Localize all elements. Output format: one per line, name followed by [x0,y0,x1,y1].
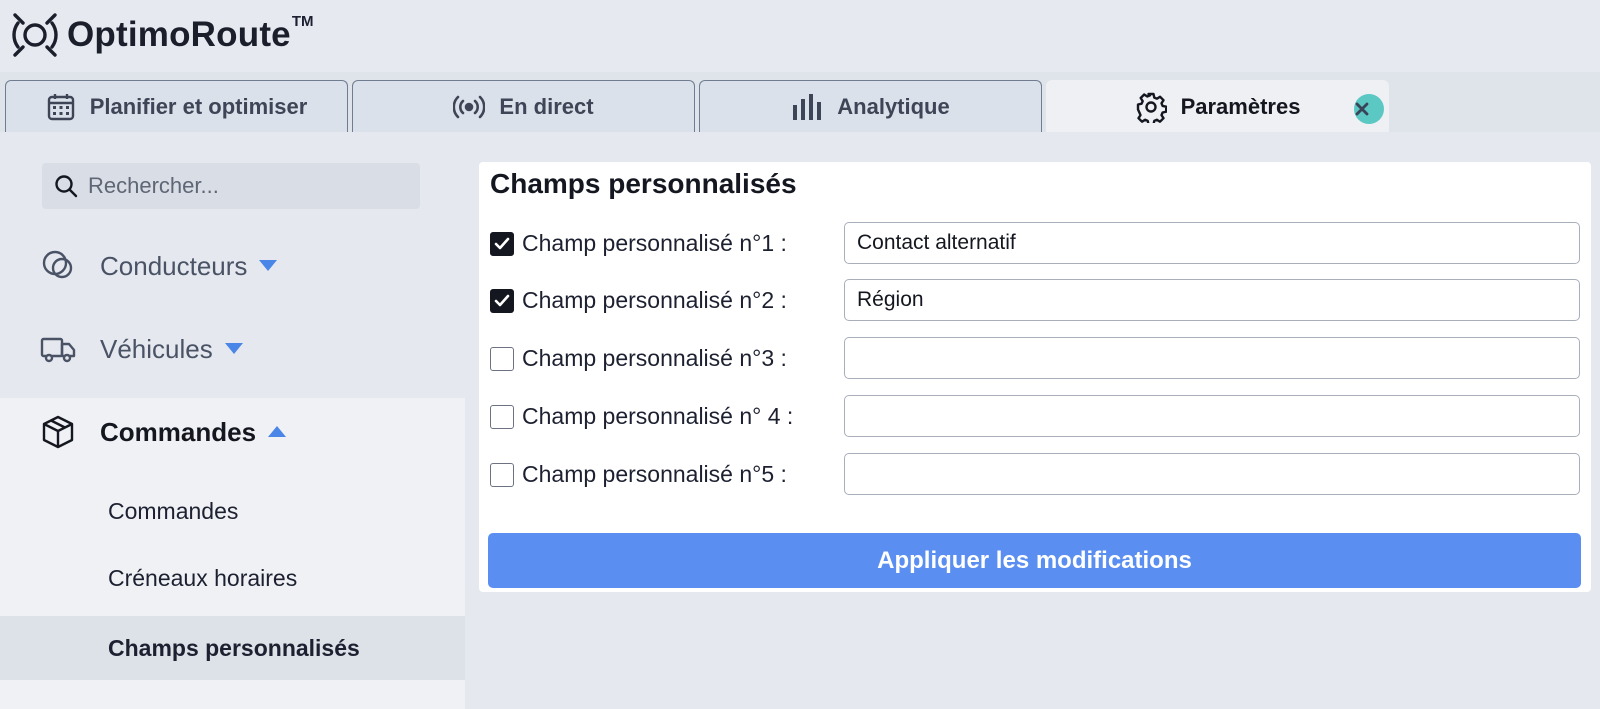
sidebar-item-commandes[interactable]: Commandes [0,479,465,543]
sidebar-group-vehicules[interactable]: Véhicules [40,331,243,367]
caret-up-icon [268,426,287,437]
bar-chart-icon [793,93,822,120]
search-icon [55,175,78,198]
calendar-icon [47,93,74,120]
drivers-icon [42,250,73,279]
tab-planifier[interactable]: Planifier et optimiser [5,80,348,132]
package-icon [42,415,74,449]
custom-fields-panel: Champs personnalisés Champ personnalisé … [479,162,1591,592]
sidebar-group-label: Véhicules [100,333,213,364]
custom-field-2-input[interactable] [844,279,1580,321]
tab-parametres[interactable]: Paramètres [1046,80,1389,132]
sidebar-item-label: Commandes [108,497,239,524]
checkmark-icon [494,294,510,307]
search-input[interactable] [88,173,408,199]
tab-en-direct[interactable]: En direct [352,80,695,132]
sidebar-group-conducteurs[interactable]: Conducteurs [40,248,278,284]
close-icon [1355,102,1369,116]
custom-field-5-input[interactable] [844,453,1580,495]
gear-icon [1136,92,1167,123]
custom-field-4-input[interactable] [844,395,1580,437]
custom-field-5-label: Champ personnalisé n°5 : [522,461,787,487]
optimoroute-logo-icon [12,13,58,57]
custom-field-3-input[interactable] [844,337,1580,379]
custom-field-row-4: Champ personnalisé n° 4 : [479,395,1591,439]
custom-field-4-label: Champ personnalisé n° 4 : [522,403,794,429]
caret-down-icon [224,343,243,354]
checkmark-icon [494,237,510,250]
sidebar-group-label: Commandes [100,416,257,447]
tab-analytique[interactable]: Analytique [699,80,1042,132]
page-title: Champs personnalisés [490,168,797,199]
custom-field-1-label: Champ personnalisé n°1 : [522,230,787,256]
broadcast-icon [453,95,486,118]
app-name: OptimoRoute [67,15,291,54]
custom-field-1-input[interactable] [844,222,1580,264]
app-logo[interactable]: OptimoRoute TM [10,10,314,60]
truck-icon [40,337,76,363]
apply-changes-button[interactable]: Appliquer les modifications [488,533,1581,588]
close-tab-button[interactable] [1354,94,1384,124]
main-tabs: Planifier et optimiser En direct Analyti… [0,72,1600,132]
custom-field-row-1: Champ personnalisé n°1 : [479,222,1591,266]
caret-down-icon [259,260,278,271]
tab-label: Planifier et optimiser [89,93,308,119]
sidebar-item-label: Champs personnalisés [108,634,360,661]
tab-label: Analytique [837,93,950,119]
sidebar-item-creneaux-horaires[interactable]: Créneaux horaires [0,546,465,610]
custom-field-4-checkbox[interactable] [490,405,514,429]
app-header: OptimoRoute TM [0,0,1600,72]
custom-field-3-label: Champ personnalisé n°3 : [522,345,787,371]
sidebar-group-label: Conducteurs [100,250,248,281]
custom-field-row-2: Champ personnalisé n°2 : [479,279,1591,323]
custom-field-2-checkbox[interactable] [490,289,514,313]
sidebar-search[interactable] [42,163,420,209]
trademark-symbol: TM [291,12,314,30]
tab-label: En direct [499,93,594,119]
sidebar-item-label: Créneaux horaires [108,564,298,591]
custom-field-5-checkbox[interactable] [490,463,514,487]
custom-field-row-5: Champ personnalisé n°5 : [479,453,1591,497]
custom-field-3-checkbox[interactable] [490,347,514,371]
sidebar-item-champs-personnalises[interactable]: Champs personnalisés [0,616,465,680]
custom-field-1-checkbox[interactable] [490,232,514,256]
tab-label: Paramètres [1180,93,1301,119]
sidebar-group-commandes[interactable]: Commandes [40,414,287,450]
custom-field-2-label: Champ personnalisé n°2 : [522,287,787,313]
custom-field-row-3: Champ personnalisé n°3 : [479,337,1591,381]
